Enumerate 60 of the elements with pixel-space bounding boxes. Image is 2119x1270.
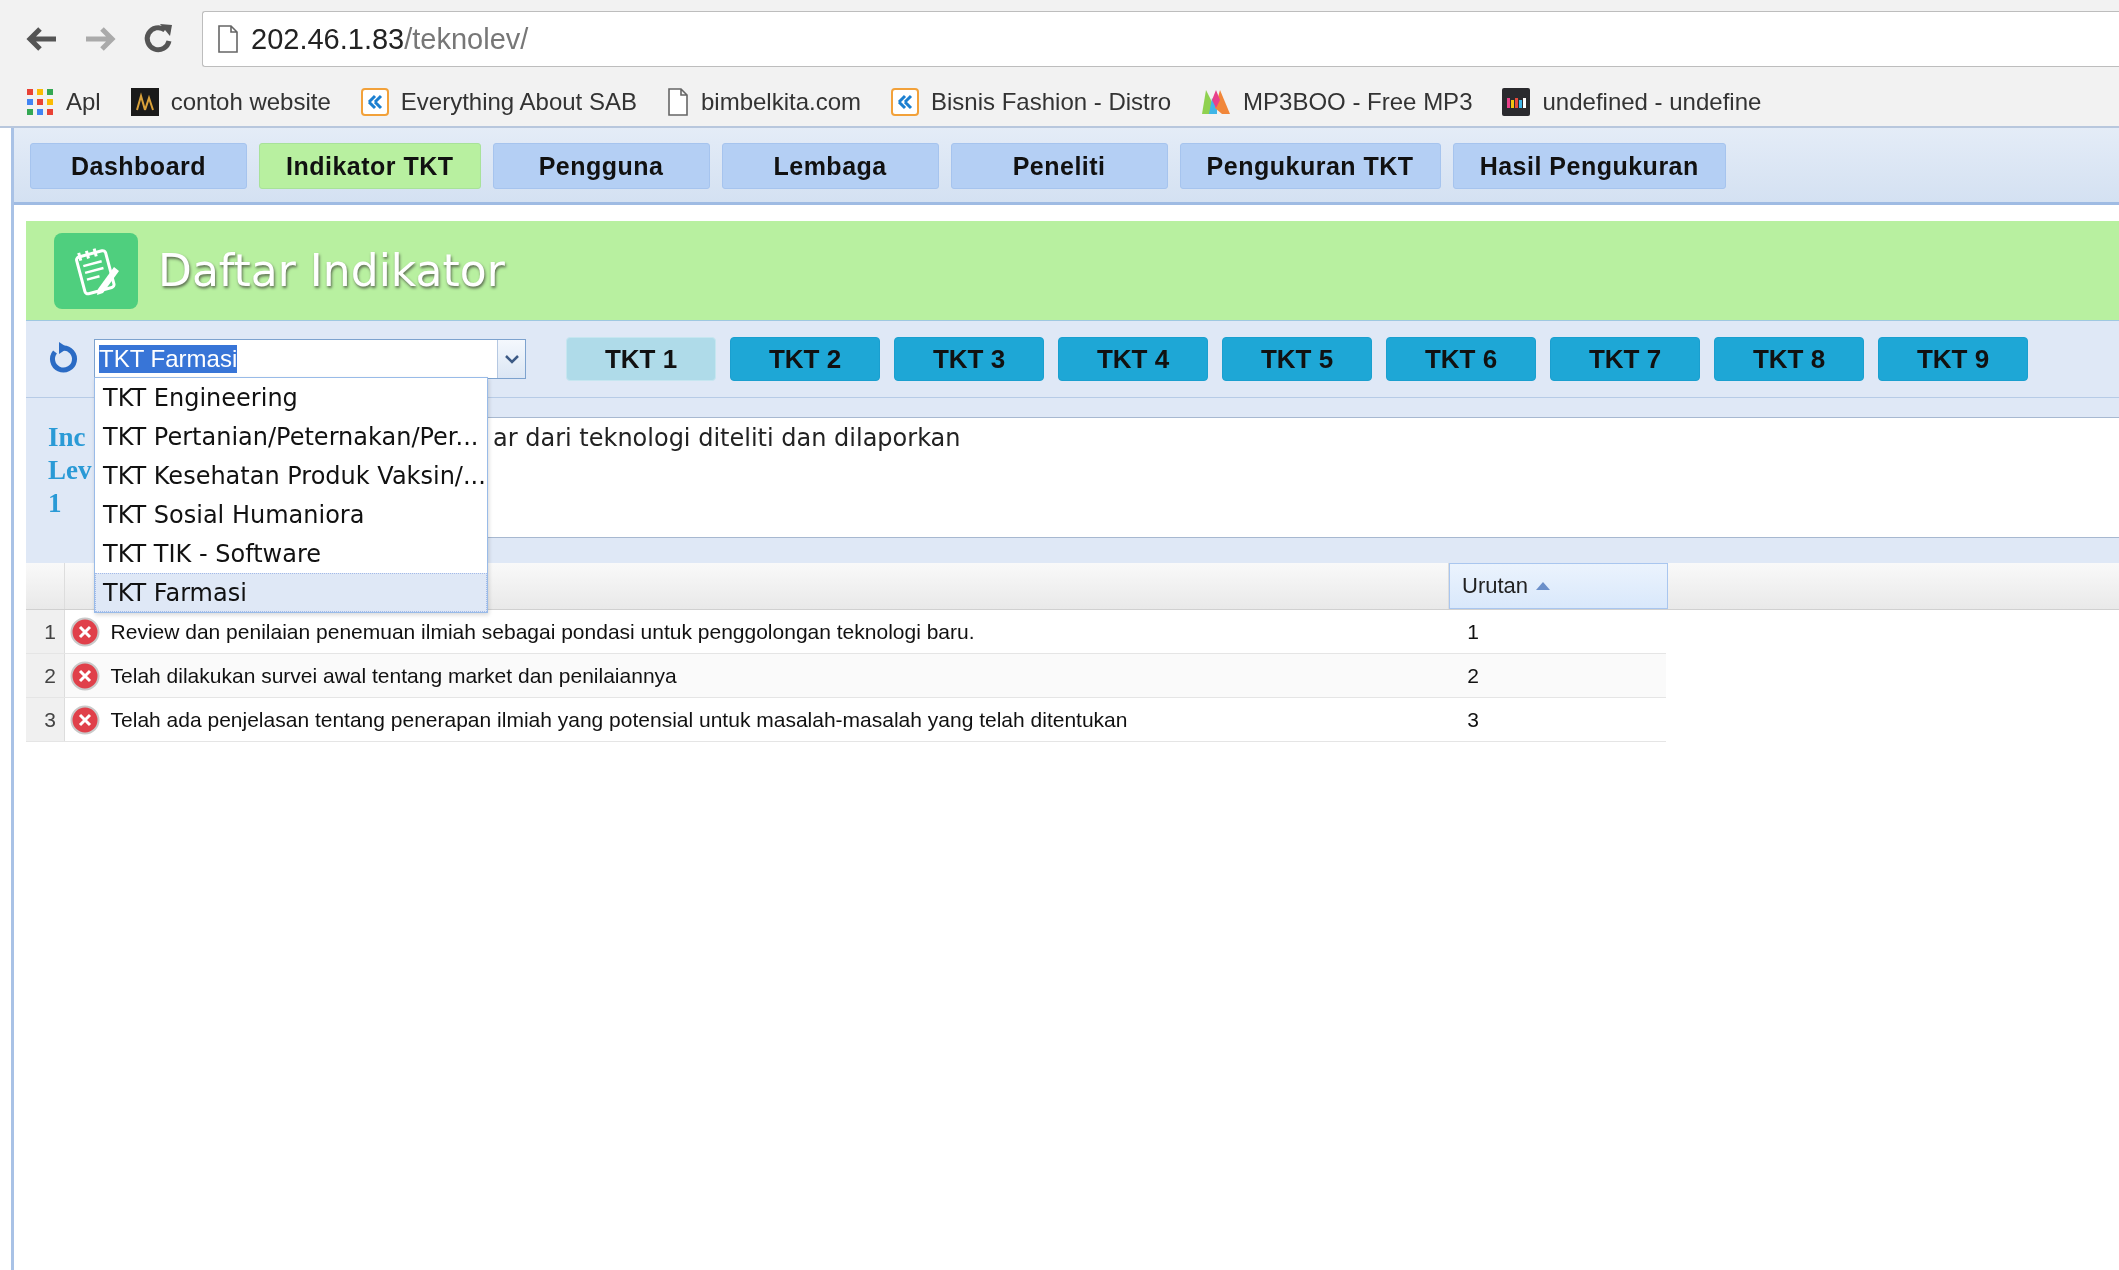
level-button[interactable]: TKT 2 bbox=[730, 337, 880, 381]
nav-tab[interactable]: Pengguna bbox=[492, 143, 710, 189]
table-cell-text: 1 bbox=[1466, 619, 1480, 644]
page-icon bbox=[666, 88, 689, 116]
bookmark[interactable]: MP3BOO - Free MP3 bbox=[1201, 88, 1473, 116]
nav-tab[interactable]: Peneliti bbox=[950, 143, 1168, 189]
bookmark[interactable]: Apl bbox=[26, 88, 101, 116]
row-number: 3 bbox=[26, 698, 65, 741]
dropdown-option[interactable]: TKT Pertanian/Peternakan/Per... bbox=[95, 417, 487, 456]
nav-tab[interactable]: Lembaga bbox=[721, 143, 939, 189]
site-icon bbox=[891, 88, 919, 116]
level-button[interactable]: TKT 9 bbox=[1878, 337, 2028, 381]
notepad-icon bbox=[54, 232, 138, 309]
site-icon bbox=[360, 88, 389, 116]
level-button[interactable]: TKT 8 bbox=[1714, 337, 1864, 381]
indicator-text: ar dari teknologi diteliti dan dilaporkan bbox=[493, 424, 962, 452]
table-cell-text: Telah ada penjelasan tentang penerapan ilmiah yang potensial untuk masalah-masalah yang telah ditentukan bbox=[109, 707, 1129, 732]
delete-icon[interactable] bbox=[69, 616, 100, 647]
combo-value: TKT Farmasi bbox=[99, 345, 238, 373]
site-icon bbox=[1201, 88, 1232, 116]
nav-tab[interactable]: Indikator TKT bbox=[259, 143, 481, 189]
site-icon bbox=[1502, 88, 1531, 116]
dropdown-option[interactable]: TKT Engineering bbox=[95, 378, 487, 417]
page-icon bbox=[217, 25, 239, 53]
address-bar[interactable]: 202.46.1.83/teknolev/ bbox=[202, 11, 2119, 67]
delete-icon[interactable] bbox=[69, 660, 100, 691]
level-button[interactable]: TKT 1 bbox=[566, 337, 716, 381]
apps-icon bbox=[26, 88, 54, 116]
dropdown-option[interactable]: TKT Sosial Humaniora bbox=[95, 495, 487, 534]
nav-tab[interactable]: Hasil Pengukuran bbox=[1452, 143, 1726, 189]
level-button[interactable]: TKT 7 bbox=[1550, 337, 1700, 381]
dropdown-toggle[interactable] bbox=[497, 340, 525, 378]
bookmark[interactable]: bimbelkita.com bbox=[666, 88, 861, 116]
page-title: Daftar Indikator bbox=[158, 245, 505, 296]
bookmark[interactable]: Everything About SAB bbox=[360, 88, 637, 116]
site-icon bbox=[130, 88, 159, 116]
category-combo[interactable]: TKT Farmasi bbox=[94, 339, 526, 379]
indicator-label: Inc Lev 1 bbox=[47, 421, 93, 520]
chevron-down-icon bbox=[503, 354, 520, 364]
table-cell-text: 2 bbox=[1466, 663, 1480, 688]
column-header[interactable]: Urutan bbox=[1449, 563, 1668, 609]
url-text: 202.46.1.83/teknolev/ bbox=[251, 22, 529, 56]
dropdown-option[interactable]: TKT Kesehatan Produk Vaksin/... bbox=[95, 456, 487, 495]
table-cell-text: Review dan penilaian penemuan ilmiah sebagai pondasi untuk penggolongan teknologi baru. bbox=[109, 619, 976, 644]
row-number: 2 bbox=[26, 654, 65, 697]
bookmark[interactable]: undefined - undefine bbox=[1502, 88, 1762, 116]
delete-icon[interactable] bbox=[69, 704, 100, 735]
bookmark[interactable]: Bisnis Fashion - Distro bbox=[891, 88, 1172, 116]
level-button[interactable]: TKT 5 bbox=[1222, 337, 1372, 381]
dropdown-option[interactable]: TKT TIK - Software bbox=[95, 534, 487, 573]
bookmark[interactable]: contoh website bbox=[130, 88, 331, 116]
nav-tab[interactable]: Dashboard bbox=[30, 143, 247, 189]
level-button[interactable]: TKT 6 bbox=[1386, 337, 1536, 381]
table-cell-text: Telah dilakukan survei awal tentang market dan penilaiannya bbox=[109, 663, 678, 688]
row-number: 1 bbox=[26, 610, 65, 653]
level-button[interactable]: TKT 3 bbox=[894, 337, 1044, 381]
nav-tab[interactable]: Pengukuran TKT bbox=[1179, 143, 1441, 189]
table-cell-text: 3 bbox=[1466, 707, 1480, 732]
dropdown-option[interactable]: TKT Farmasi bbox=[95, 573, 487, 612]
level-button[interactable]: TKT 4 bbox=[1058, 337, 1208, 381]
